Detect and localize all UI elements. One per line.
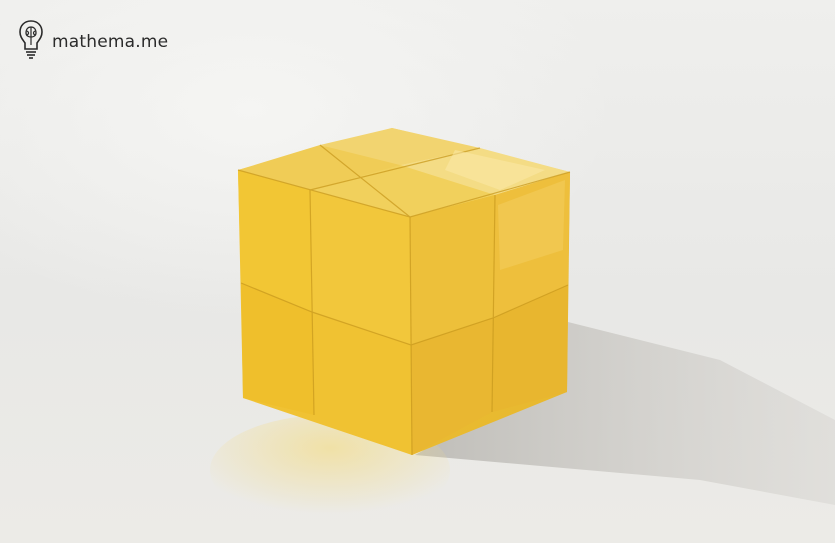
cube-illustration <box>210 128 835 525</box>
